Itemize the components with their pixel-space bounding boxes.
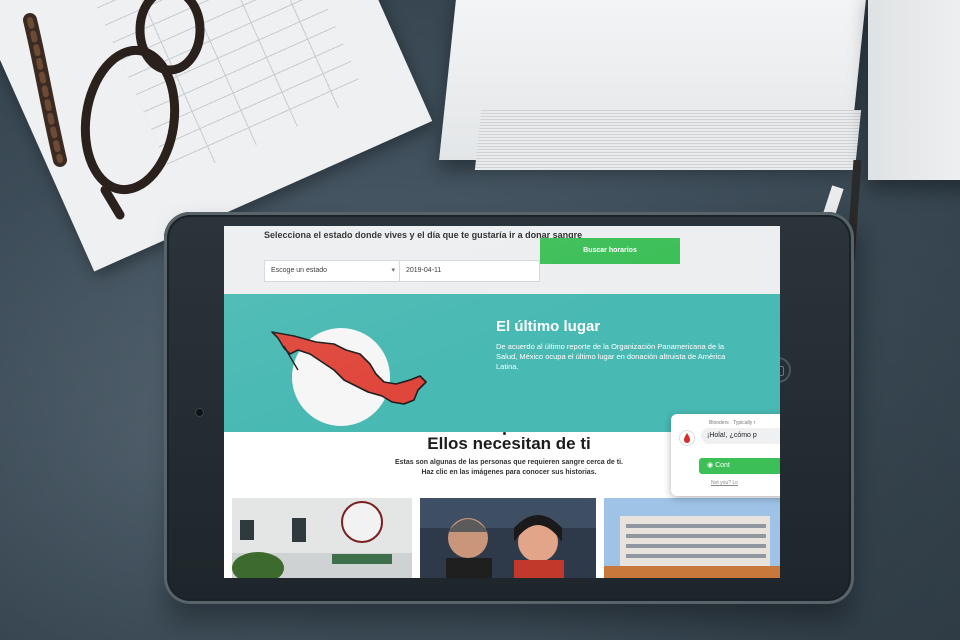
subtitle-line: Estas son algunas de las personas que re… [395, 459, 623, 466]
banner-title: El último lugar [496, 318, 601, 335]
chat-greeting: ¡Hola!, ¿cómo p [701, 428, 780, 444]
search-form: Selecciona el estado donde vives y el dí… [224, 226, 780, 294]
story-photo-hospital[interactable] [604, 498, 780, 578]
eyeglasses [23, 0, 205, 220]
banner-text: De acuerdo al último reporte de la Organ… [496, 342, 726, 371]
blood-drop-icon [679, 430, 695, 446]
search-schedules-button[interactable]: Buscar horarios [540, 238, 680, 264]
chat-header: Blooders · Typically r [709, 420, 756, 426]
chevron-down-icon: ▾ [391, 267, 395, 274]
mexico-map-icon [271, 331, 427, 405]
messenger-chat-widget[interactable]: Blooders · Typically r ¡Hola!, ¿cómo p ◉… [671, 414, 780, 496]
state-select-label: Escoge un estado [271, 267, 328, 274]
date-input[interactable]: 2019-04-11 [400, 260, 540, 282]
camera-lens [196, 409, 203, 416]
continue-chat-label: Cont [715, 462, 730, 469]
state-select[interactable]: Escoge un estado ▾ [264, 260, 400, 282]
story-photo-clinic[interactable] [232, 498, 412, 578]
story-photo-couple[interactable] [420, 498, 596, 578]
open-notebook [439, 0, 960, 190]
not-you-link[interactable]: Not you? Lo [711, 480, 738, 486]
continue-chat-button[interactable]: ◉ Cont [699, 458, 780, 474]
tablet-screen: Selecciona el estado donde vives y el dí… [224, 226, 780, 578]
messenger-icon: ◉ [707, 462, 716, 469]
hero-banner: El último lugar De acuerdo al último rep… [224, 294, 780, 435]
section-title: Ellos necesitan de ti [427, 434, 591, 453]
section-subtitle: Estas son algunas de las personas que re… [334, 458, 684, 478]
subtitle-line: Haz clic en las imágenes para conocer su… [421, 469, 597, 476]
